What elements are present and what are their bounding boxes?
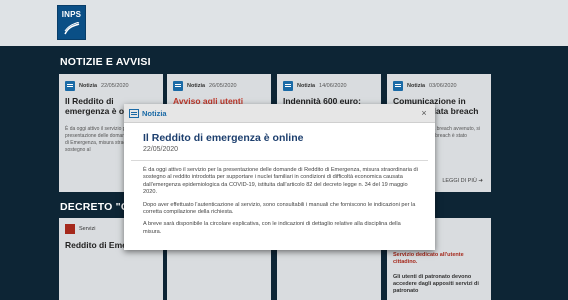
news-icon xyxy=(283,81,293,91)
card-type: Notizia xyxy=(79,83,98,89)
modal-header: Notizia × xyxy=(124,104,435,123)
read-more-link[interactable]: LEGGI DI PIÙ ➜ xyxy=(442,178,483,184)
card-type: Notizia xyxy=(187,83,206,89)
card-date: 14/06/2020 xyxy=(319,83,347,89)
modal-title: Il Reddito di emergenza è online xyxy=(143,132,304,144)
card-meta: Notizia 03/06/2020 xyxy=(393,80,457,92)
card-subtitle: Servizio dedicato all'utente cittadino. xyxy=(393,252,464,265)
card-date: 03/06/2020 xyxy=(429,83,457,89)
card-meta: Servizi xyxy=(65,224,96,234)
card-type: Notizia xyxy=(407,83,426,89)
news-icon xyxy=(65,81,75,91)
modal-paragraph: Dopo aver effettuato l'autenticazione al… xyxy=(143,201,416,216)
modal-badge-label: Notizia xyxy=(142,109,167,118)
news-modal: Notizia × Il Reddito di emergenza è onli… xyxy=(124,104,435,250)
card-text: Gli utenti di patronato devono accedere … xyxy=(393,274,479,294)
news-icon xyxy=(173,81,183,91)
modal-paragraph: È da oggi attivo il servizio per la pres… xyxy=(143,167,418,196)
modal-paragraph: A breve sarà disponibile la circolare es… xyxy=(143,221,401,235)
card-type: Servizi xyxy=(79,226,96,232)
divider xyxy=(131,160,428,161)
card-date: 22/05/2020 xyxy=(101,83,129,89)
logo-text: INPS xyxy=(61,10,82,19)
read-more-label: LEGGI DI PIÙ xyxy=(442,178,477,184)
card-meta: Notizia 22/05/2020 xyxy=(65,80,129,92)
news-icon xyxy=(393,81,403,91)
inps-logo[interactable]: INPS xyxy=(57,5,86,40)
modal-body: È da oggi attivo il servizio per la pres… xyxy=(143,167,419,241)
card-meta: Notizia 26/05/2020 xyxy=(173,80,237,92)
card-type: Notizia xyxy=(297,83,316,89)
service-icon xyxy=(65,224,75,234)
modal-badge: Notizia xyxy=(129,107,167,120)
card-meta: Notizia 14/06/2020 xyxy=(283,80,347,92)
card-date: 26/05/2020 xyxy=(209,83,237,89)
modal-date: 22/05/2020 xyxy=(143,146,179,153)
news-section-title: NOTIZIE E AVVISI xyxy=(60,56,151,68)
logo-mark-icon xyxy=(64,22,80,35)
close-icon[interactable]: × xyxy=(418,107,430,119)
news-icon xyxy=(129,109,139,118)
top-bar: INPS xyxy=(0,0,568,46)
arrow-right-icon: ➜ xyxy=(478,178,483,184)
